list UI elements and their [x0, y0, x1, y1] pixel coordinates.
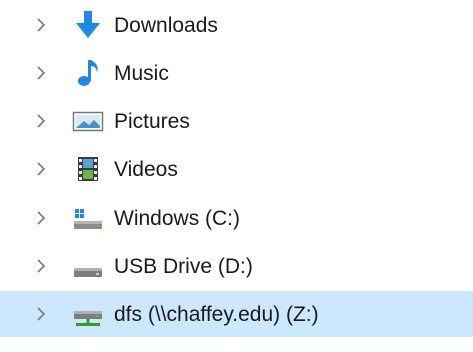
tree-item-label: Pictures	[114, 109, 190, 133]
tree-item-pictures[interactable]: Pictures	[0, 98, 473, 144]
tree-item-network-drive[interactable]: dfs (\\chaffey.edu) (Z:)	[0, 291, 473, 337]
tree-item-usb-drive[interactable]: USB Drive (D:)	[0, 243, 473, 289]
chevron-right-icon[interactable]	[34, 18, 48, 32]
tree-item-label: Downloads	[114, 13, 218, 37]
pictures-icon	[72, 105, 104, 137]
chevron-right-icon[interactable]	[34, 211, 48, 225]
videos-icon	[72, 153, 104, 185]
chevron-right-icon[interactable]	[34, 66, 48, 80]
network-drive-icon	[72, 298, 104, 330]
tree-item-music[interactable]: Music	[0, 50, 473, 96]
windows-drive-icon	[72, 202, 104, 234]
chevron-right-icon[interactable]	[34, 259, 48, 273]
tree-item-label: Windows (C:)	[114, 206, 241, 230]
tree-item-windows-drive[interactable]: Windows (C:)	[0, 195, 473, 241]
tree-item-label: Videos	[114, 157, 178, 181]
tree-item-label: Music	[114, 61, 169, 85]
navigation-tree: Downloads Music Pictures Videos Windows …	[0, 0, 473, 352]
tree-item-label: dfs (\\chaffey.edu) (Z:)	[114, 302, 319, 326]
usb-drive-icon	[72, 250, 104, 282]
tree-item-downloads[interactable]: Downloads	[0, 2, 473, 48]
downloads-icon	[72, 9, 104, 41]
tree-item-videos[interactable]: Videos	[0, 146, 473, 192]
chevron-right-icon[interactable]	[34, 162, 48, 176]
chevron-right-icon[interactable]	[34, 114, 48, 128]
tree-item-label: USB Drive (D:)	[114, 254, 253, 278]
chevron-right-icon[interactable]	[34, 307, 48, 321]
music-icon	[72, 57, 104, 89]
